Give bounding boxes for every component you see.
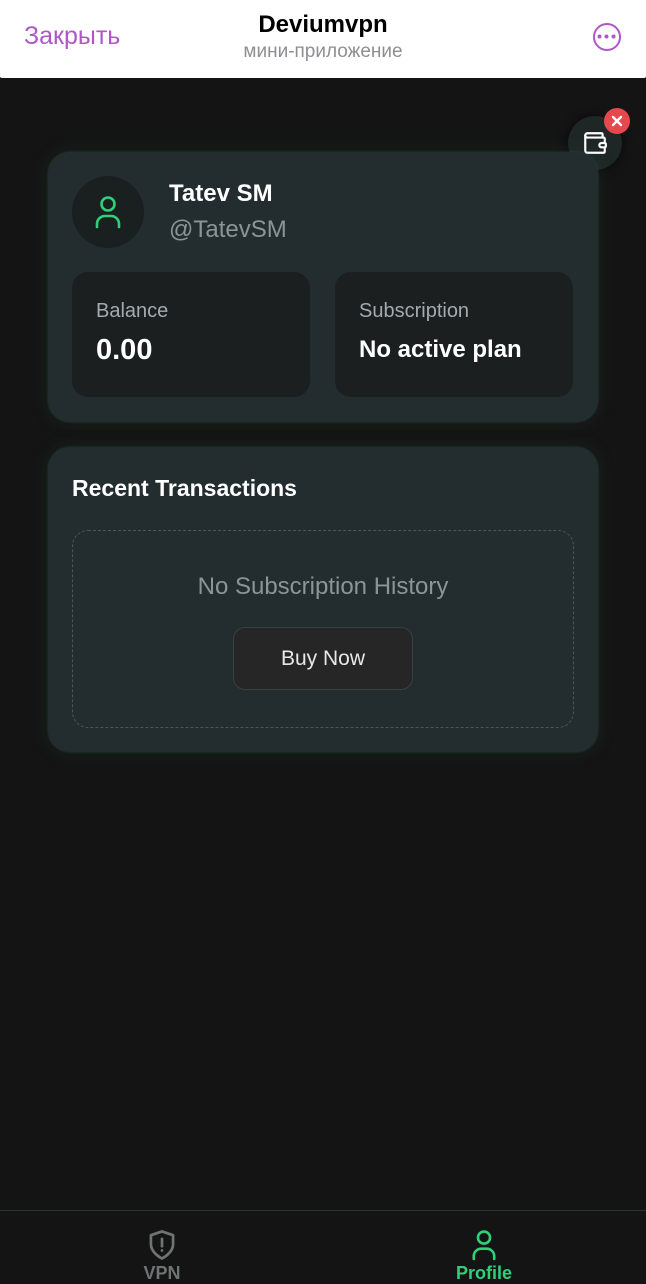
nav-label-vpn: VPN — [143, 1263, 181, 1283]
user-icon — [472, 1230, 496, 1261]
app-title: Deviumvpn — [258, 11, 388, 38]
avatar — [72, 176, 144, 248]
user-icon — [95, 196, 121, 229]
shield-alert-icon — [149, 1230, 175, 1260]
balance-label: Balance — [96, 300, 169, 322]
user-name: Tatev SM — [169, 180, 273, 207]
more-horizontal-icon — [597, 34, 616, 39]
balance-value: 0.00 — [96, 334, 153, 366]
app-subtitle: мини-приложение — [243, 41, 403, 62]
more-options-button[interactable] — [593, 23, 621, 51]
transactions-title: Recent Transactions — [72, 475, 297, 501]
profile-card: Tatev SM @TatevSM Balance 0.00 Subscript… — [48, 152, 598, 422]
wallet-icon — [584, 132, 607, 154]
nav-item-vpn[interactable]: VPN — [102, 1229, 222, 1284]
nav-label-profile: Profile — [455, 1263, 512, 1283]
balance-box: Balance 0.00 — [72, 272, 310, 397]
subscription-value: No active plan — [359, 336, 522, 363]
transactions-card: Recent Transactions No Subscription Hist… — [48, 447, 598, 752]
user-handle: @TatevSM — [169, 216, 287, 243]
wallet-close-badge[interactable] — [604, 108, 630, 134]
subscription-label: Subscription — [359, 300, 470, 322]
header-title-block: Deviumvpn мини-приложение — [0, 10, 646, 64]
nav-item-profile[interactable]: Profile — [424, 1229, 544, 1284]
miniapp-header: Закрыть Deviumvpn мини-приложение — [0, 0, 646, 78]
empty-state-text: No Subscription History — [197, 573, 449, 600]
bottom-nav: VPN Profile — [0, 1210, 646, 1284]
subscription-box: Subscription No active plan — [335, 272, 573, 397]
transactions-empty-state: No Subscription History Buy Now — [72, 530, 574, 728]
buy-now-button[interactable]: Buy Now — [233, 627, 413, 690]
close-x-icon — [611, 115, 623, 127]
